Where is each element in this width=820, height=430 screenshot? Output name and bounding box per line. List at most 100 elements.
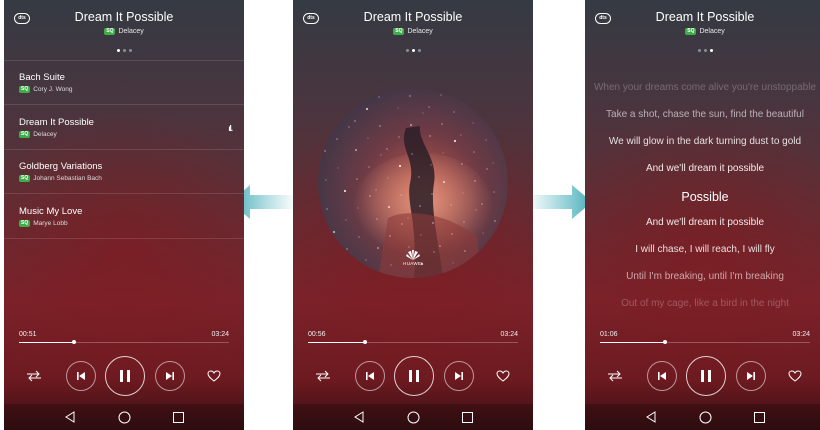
- repeat-button[interactable]: [24, 368, 44, 384]
- star: [354, 120, 356, 122]
- playlist-item[interactable]: Goldberg Variations SQ Johann Sebastian Ba…: [4, 150, 244, 194]
- star: [380, 154, 382, 156]
- total-time: 03:24: [792, 331, 810, 338]
- next-button[interactable]: [155, 361, 185, 391]
- star: [492, 162, 494, 164]
- system-navigation-bar: [4, 404, 244, 430]
- arrow-right-icon: [526, 185, 592, 219]
- repeat-button[interactable]: [313, 368, 333, 384]
- previous-icon: [658, 372, 666, 380]
- star: [367, 137, 369, 139]
- seek-bar-handle[interactable]: [71, 340, 76, 344]
- recent-apps-button[interactable]: [751, 409, 767, 425]
- previous-button[interactable]: [66, 361, 96, 391]
- back-icon: [65, 411, 75, 423]
- star: [451, 233, 453, 235]
- recent-apps-icon: [753, 411, 765, 423]
- huawei-logo-icon: [406, 250, 420, 260]
- star: [326, 208, 328, 210]
- star: [348, 126, 350, 128]
- star: [379, 125, 381, 127]
- playlist-item[interactable]: Dream It Possible SQ Delacey ıl.: [4, 106, 244, 150]
- seek-bar[interactable]: [19, 340, 229, 344]
- star: [334, 260, 336, 262]
- star: [376, 246, 380, 250]
- star: [345, 219, 347, 221]
- star: [386, 148, 388, 150]
- home-button[interactable]: [116, 409, 132, 425]
- star: [327, 237, 329, 239]
- star: [453, 111, 455, 113]
- star: [453, 139, 457, 143]
- star: [495, 249, 497, 251]
- divider: [4, 237, 244, 239]
- star: [419, 205, 421, 207]
- favorite-button[interactable]: [493, 367, 513, 385]
- lyric-line: Take a shot, chase the sun, find the bea…: [606, 109, 804, 120]
- star: [486, 168, 488, 170]
- star: [398, 136, 400, 138]
- seek-bar[interactable]: [308, 340, 518, 344]
- star: [354, 148, 358, 152]
- home-button[interactable]: [405, 409, 421, 425]
- recent-apps-button[interactable]: [170, 409, 186, 425]
- star: [484, 110, 486, 112]
- back-button[interactable]: [62, 409, 78, 425]
- star: [336, 138, 338, 140]
- repeat-icon: [608, 370, 622, 382]
- back-button[interactable]: [351, 409, 367, 425]
- pause-icon: [701, 370, 711, 382]
- page-indicator: [293, 49, 533, 52]
- previous-button[interactable]: [647, 361, 677, 391]
- star: [347, 97, 349, 99]
- back-button[interactable]: [643, 409, 659, 425]
- sq-badge: SQ: [19, 130, 31, 138]
- sq-badge: SQ: [104, 28, 116, 35]
- favorite-button[interactable]: [785, 367, 805, 385]
- previous-button[interactable]: [355, 361, 385, 391]
- star: [400, 194, 402, 196]
- star: [332, 230, 336, 234]
- seek-bar-handle[interactable]: [362, 340, 367, 344]
- star: [462, 192, 464, 194]
- pause-button[interactable]: [394, 356, 434, 396]
- star: [482, 232, 484, 234]
- elapsed-time: 00:51: [19, 331, 37, 338]
- star: [409, 123, 413, 127]
- next-button[interactable]: [736, 361, 766, 391]
- pause-button[interactable]: [105, 356, 145, 396]
- system-navigation-bar: [293, 404, 533, 430]
- song-title: Dream It Possible: [363, 10, 463, 24]
- star: [407, 217, 409, 219]
- home-button[interactable]: [697, 409, 713, 425]
- playlist-item[interactable]: Music My Love SQ Marye Lobb: [4, 195, 244, 239]
- recent-apps-button[interactable]: [459, 409, 475, 425]
- heart-icon: [788, 370, 802, 382]
- seek-bar-handle[interactable]: [663, 340, 668, 344]
- playlist-item[interactable]: Bach Suite SQ Cory J. Wong: [4, 61, 244, 105]
- song-artist-line: SQ Delacey: [585, 28, 820, 35]
- now-playing-icon: ıl.: [228, 123, 233, 133]
- page-dot: [122, 49, 126, 52]
- star: [323, 121, 325, 123]
- playlist-item-title: Bach Suite: [19, 72, 65, 83]
- star: [398, 164, 402, 168]
- page-dot: [128, 49, 132, 52]
- repeat-button[interactable]: [605, 368, 625, 384]
- page-indicator: [585, 49, 820, 52]
- page-dot: [697, 49, 701, 52]
- playlist-item-title: Dream It Possible: [19, 116, 94, 128]
- page-dot: [417, 49, 421, 52]
- home-icon: [699, 411, 711, 423]
- repeat-icon: [316, 370, 330, 382]
- page-dot: [709, 49, 713, 52]
- next-button[interactable]: [444, 361, 474, 391]
- star: [439, 245, 441, 247]
- next-icon: [455, 372, 463, 380]
- star: [387, 205, 391, 209]
- star: [376, 218, 378, 220]
- seek-bar-fill: [19, 342, 74, 343]
- pause-button[interactable]: [686, 356, 726, 396]
- favorite-button[interactable]: [204, 367, 224, 385]
- seek-bar[interactable]: [600, 340, 810, 344]
